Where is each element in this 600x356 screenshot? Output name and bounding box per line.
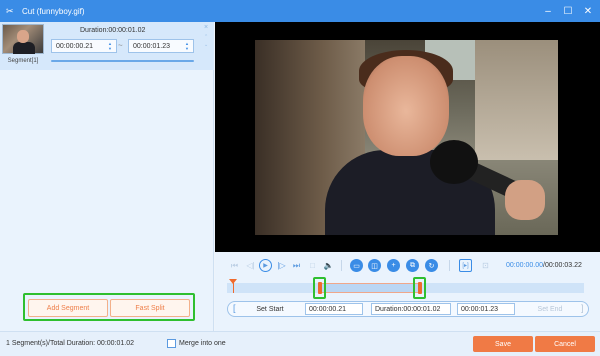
segment-reorder-icon[interactable]: ⌃ ⌄ bbox=[204, 33, 208, 49]
set-end-button[interactable]: Set End bbox=[520, 302, 580, 316]
end-stepper-icon[interactable]: ▲ ▼ bbox=[184, 41, 190, 51]
go-to-start-icon[interactable]: ⏮ bbox=[228, 259, 241, 272]
scissors-icon: ✂ bbox=[6, 5, 14, 16]
window-title: Cut (funnyboy.gif) bbox=[22, 6, 85, 16]
segment-thumbnail bbox=[2, 24, 44, 54]
total-time: 00:00:03.22 bbox=[544, 262, 582, 269]
add-segment-button[interactable]: Add Segment bbox=[28, 299, 108, 317]
maximize-icon[interactable]: ☐ bbox=[562, 5, 574, 17]
selected-range bbox=[319, 283, 420, 293]
trim-start-field[interactable]: 00:00:00.21 bbox=[305, 303, 363, 315]
divider bbox=[341, 260, 342, 271]
save-button[interactable]: Save bbox=[473, 336, 533, 352]
segment-end-value: 00:00:01.23 bbox=[133, 42, 170, 50]
copy-segment-icon[interactable]: ▭ bbox=[350, 259, 363, 272]
trim-bar: [ Set Start 00:00:00.21 Duration:00:00:0… bbox=[227, 301, 589, 317]
video-frame bbox=[255, 40, 558, 235]
fit-icon[interactable]: [▸] bbox=[459, 259, 472, 272]
previous-frame-icon[interactable]: ◁| bbox=[244, 259, 257, 272]
merge-checkbox[interactable] bbox=[167, 339, 176, 348]
title-bar: ✂ Cut (funnyboy.gif) – ☐ ✕ bbox=[0, 0, 600, 22]
stop-icon[interactable]: □ bbox=[306, 259, 319, 272]
time-readout: 00:00:00.00/00:00:03.22 bbox=[506, 262, 582, 269]
start-handle-highlight bbox=[313, 277, 327, 299]
segment-actions-highlight: Add Segment Fast Split bbox=[23, 293, 195, 321]
segment-start-value: 00:00:00.21 bbox=[56, 42, 93, 50]
divider bbox=[449, 260, 450, 271]
segment-duration: Duration:00:00:01.02 bbox=[80, 27, 146, 34]
segment-item[interactable]: Segment[1] Duration:00:00:01.02 00:00:00… bbox=[0, 22, 214, 70]
segment-summary: 1 Segment(s)/Total Duration: 00:00:01.02 bbox=[6, 340, 135, 347]
range-separator: ~ bbox=[118, 41, 123, 50]
reset-icon[interactable]: ↻ bbox=[425, 259, 438, 272]
start-stepper-icon[interactable]: ▲ ▼ bbox=[107, 41, 113, 51]
set-start-button[interactable]: Set Start bbox=[240, 302, 300, 316]
player-controls: ⏮ ◁| ▶ |▷ ⏭ □ 🔈 ▭ ◫ + ⧉ ↻ [▸] ⊡ 00:00:00… bbox=[215, 252, 600, 331]
split-icon[interactable]: ◫ bbox=[368, 259, 381, 272]
merge-label: Merge into one bbox=[179, 340, 226, 347]
next-frame-icon[interactable]: |▷ bbox=[275, 259, 288, 272]
minimize-icon[interactable]: – bbox=[542, 5, 554, 17]
trim-end-field[interactable]: 00:00:01.23 bbox=[457, 303, 515, 315]
end-bracket-icon: ] bbox=[581, 303, 584, 313]
timeline-track[interactable] bbox=[227, 277, 584, 299]
segment-start-field[interactable]: 00:00:00.21 ▲ ▼ bbox=[51, 39, 117, 53]
play-icon[interactable]: ▶ bbox=[259, 259, 272, 272]
add-icon[interactable]: + bbox=[387, 259, 400, 272]
video-preview bbox=[215, 22, 600, 252]
duplicate-icon[interactable]: ⧉ bbox=[406, 259, 419, 272]
segment-end-field[interactable]: 00:00:01.23 ▲ ▼ bbox=[128, 39, 194, 53]
trim-duration-field[interactable]: Duration:00:00:01.02 bbox=[371, 303, 451, 315]
close-icon[interactable]: ✕ bbox=[582, 5, 594, 17]
volume-icon[interactable]: 🔈 bbox=[322, 259, 335, 272]
start-bracket-icon: [ bbox=[233, 303, 236, 313]
fullscreen-icon[interactable]: ⊡ bbox=[479, 259, 492, 272]
segment-panel: Segment[1] Duration:00:00:01.02 00:00:00… bbox=[0, 22, 214, 331]
segment-range-bar bbox=[51, 60, 194, 62]
segment-delete-icon[interactable]: × bbox=[204, 24, 208, 31]
playhead bbox=[233, 283, 234, 293]
end-handle-highlight bbox=[413, 277, 427, 299]
footer-bar: 1 Segment(s)/Total Duration: 00:00:01.02… bbox=[0, 331, 600, 356]
segment-label: Segment[1] bbox=[7, 58, 39, 64]
cancel-button[interactable]: Cancel bbox=[535, 336, 595, 352]
current-time: 00:00:00.00 bbox=[506, 262, 543, 269]
go-to-end-icon[interactable]: ⏭ bbox=[290, 259, 303, 272]
fast-split-button[interactable]: Fast Split bbox=[110, 299, 190, 317]
